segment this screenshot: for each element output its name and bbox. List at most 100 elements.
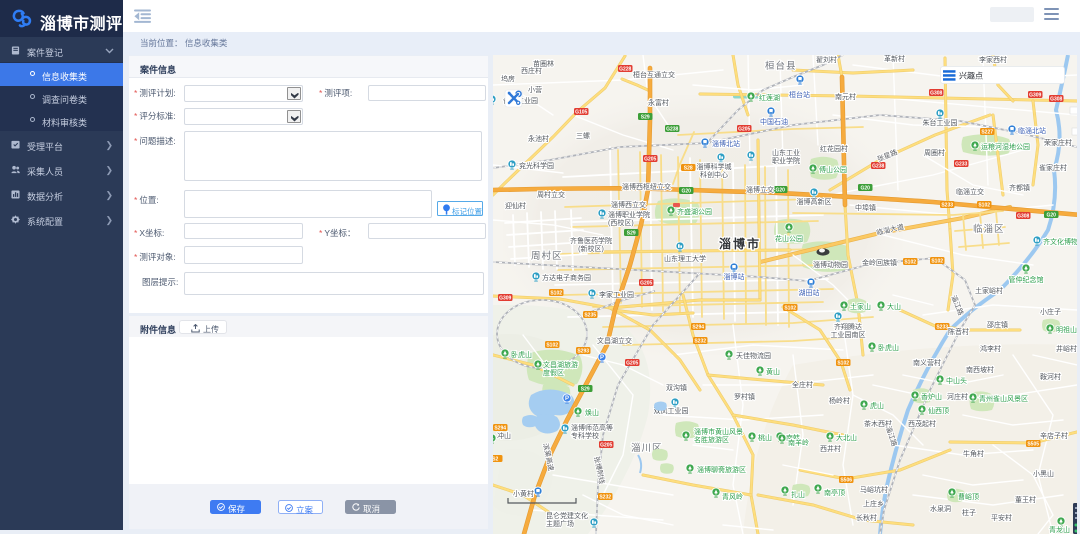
svg-text:天佳物流园: 天佳物流园 (736, 351, 771, 360)
svg-text:S235: S235 (584, 312, 596, 318)
svg-text:G228: G228 (619, 66, 631, 72)
svg-text:焕山: 焕山 (585, 408, 599, 417)
svg-text:G20: G20 (1046, 212, 1056, 218)
svg-text:花山公园: 花山公园 (775, 234, 803, 243)
svg-text:大北山: 大北山 (836, 433, 857, 442)
svg-text:S294: S294 (494, 425, 506, 431)
svg-text:齐盛湖公园: 齐盛湖公园 (677, 207, 712, 216)
svg-text:主题广场: 主题广场 (546, 519, 574, 528)
svg-text:山东理工大学: 山东理工大学 (664, 254, 706, 263)
svg-text:迎仙村: 迎仙村 (505, 201, 526, 210)
svg-text:桓台站: 桓台站 (789, 90, 810, 99)
svg-text:S102: S102 (837, 360, 849, 366)
svg-text:S102: S102 (784, 305, 796, 311)
svg-text:淄博科学城: 淄博科学城 (697, 162, 732, 171)
svg-text:金岭回族镇: 金岭回族镇 (862, 258, 897, 267)
svg-text:S232: S232 (694, 338, 706, 344)
svg-text:S505: S505 (1027, 441, 1039, 447)
svg-text:李家工业园: 李家工业园 (599, 290, 634, 299)
svg-text:淄博立交: 淄博立交 (746, 185, 774, 194)
svg-text:职业学院: 职业学院 (772, 156, 800, 165)
svg-text:淄博动物园: 淄博动物园 (813, 260, 848, 269)
svg-text:河庄村: 河庄村 (947, 392, 968, 401)
svg-text:临淄北站: 临淄北站 (1018, 126, 1046, 135)
svg-text:淄博市黄山风景: 淄博市黄山风景 (694, 427, 743, 436)
svg-text:南元村: 南元村 (835, 92, 856, 101)
svg-text:冲山: 冲山 (497, 431, 511, 440)
svg-text:井峪村: 井峪村 (1056, 344, 1077, 353)
svg-text:傅山公园: 傅山公园 (819, 165, 847, 174)
svg-text:仙西顶: 仙西顶 (928, 406, 949, 415)
svg-text:罗村镇: 罗村镇 (734, 392, 755, 401)
svg-text:红莲湖: 红莲湖 (759, 93, 780, 102)
svg-text:红花园村: 红花园村 (820, 144, 848, 153)
svg-text:(新校区): (新校区) (578, 244, 604, 253)
svg-text:S29: S29 (581, 386, 590, 392)
svg-text:全庄村: 全庄村 (792, 380, 813, 389)
svg-text:淄博西立交: 淄博西立交 (611, 200, 646, 209)
svg-text:S294: S294 (692, 324, 704, 330)
svg-text:专科学校: 专科学校 (571, 431, 599, 440)
svg-text:桓台互通立交: 桓台互通立交 (633, 70, 675, 79)
svg-text:周村立交: 周村立交 (537, 190, 565, 199)
svg-text:管仲纪念馆: 管仲纪念馆 (1009, 275, 1044, 284)
svg-text:G238: G238 (872, 163, 884, 169)
svg-text:(西校区): (西校区) (608, 218, 634, 227)
svg-text:南西坡村: 南西坡村 (966, 365, 994, 374)
svg-text:明祖山: 明祖山 (1056, 325, 1077, 334)
svg-text:淄博师范高等: 淄博师范高等 (571, 423, 613, 432)
svg-text:三螺: 三螺 (576, 131, 590, 140)
svg-text:香炉山: 香炉山 (921, 392, 942, 401)
svg-text:荣家庄村: 荣家庄村 (1044, 138, 1072, 147)
svg-text:文昌湖旅游: 文昌湖旅游 (543, 360, 578, 369)
svg-text:曹峪顶: 曹峪顶 (958, 492, 979, 501)
svg-text:G20: G20 (681, 188, 691, 194)
svg-text:鞍河村: 鞍河村 (1040, 372, 1061, 381)
svg-text:翟刘村: 翟刘村 (816, 55, 837, 64)
svg-text:G238: G238 (666, 126, 678, 132)
svg-text:齐文化博物馆: 齐文化博物馆 (1043, 237, 1077, 246)
svg-text:永富村: 永富村 (648, 98, 669, 107)
svg-text:G205: G205 (644, 156, 656, 162)
svg-text:S102: S102 (931, 258, 943, 264)
svg-text:南亭顶: 南亭顶 (824, 488, 845, 497)
svg-text:杨岭村: 杨岭村 (829, 396, 850, 405)
svg-text:S506: S506 (840, 477, 852, 483)
svg-text:S29: S29 (641, 114, 650, 120)
svg-text:兖光科学园: 兖光科学园 (519, 161, 554, 170)
svg-text:卧虎山: 卧虎山 (511, 350, 532, 359)
svg-text:S102: S102 (904, 259, 916, 265)
svg-text:小黑山: 小黑山 (1033, 469, 1054, 478)
svg-text:G205: G205 (600, 442, 612, 448)
svg-text:柱子: 柱子 (962, 508, 976, 517)
svg-text:鸿李村: 鸿李村 (980, 344, 1001, 353)
svg-text:革新村: 革新村 (884, 55, 905, 63)
svg-text:青州雀山风景区: 青州雀山风景区 (979, 394, 1028, 403)
svg-text:齐都镇: 齐都镇 (1009, 183, 1030, 192)
svg-text:辛店子村: 辛店子村 (1040, 431, 1068, 440)
svg-text:土家峪村: 土家峪村 (975, 286, 1003, 295)
svg-text:G205: G205 (626, 360, 638, 366)
svg-text:双沟镇: 双沟镇 (666, 383, 687, 392)
svg-text:S29: S29 (627, 230, 636, 236)
svg-text:G20: G20 (860, 185, 870, 191)
svg-text:青龙山: 青龙山 (1049, 525, 1070, 534)
svg-text:临淄区: 临淄区 (973, 223, 1005, 235)
svg-text:S232: S232 (599, 494, 611, 500)
svg-text:周圈村: 周圈村 (924, 148, 945, 157)
svg-text:青风岭: 青风岭 (722, 492, 743, 501)
svg-text:中国石油: 中国石油 (760, 117, 788, 126)
svg-text:桃山: 桃山 (758, 433, 772, 442)
svg-text:西茂起村: 西茂起村 (908, 419, 936, 428)
svg-text:文昌湖立交: 文昌湖立交 (597, 336, 632, 345)
svg-text:南羊岭: 南羊岭 (788, 438, 809, 447)
svg-text:小营: 小营 (528, 85, 542, 94)
svg-text:G309: G309 (499, 295, 511, 301)
svg-text:苗圈林: 苗圈林 (533, 59, 554, 68)
svg-text:周村区: 周村区 (531, 250, 563, 262)
svg-text:淄博站: 淄博站 (724, 272, 745, 281)
svg-text:邵庄镇: 邵庄镇 (987, 320, 1008, 329)
svg-text:工业园南区: 工业园南区 (831, 330, 866, 339)
svg-text:西井村: 西井村 (820, 444, 841, 453)
svg-text:淄博高新区: 淄博高新区 (797, 197, 832, 206)
